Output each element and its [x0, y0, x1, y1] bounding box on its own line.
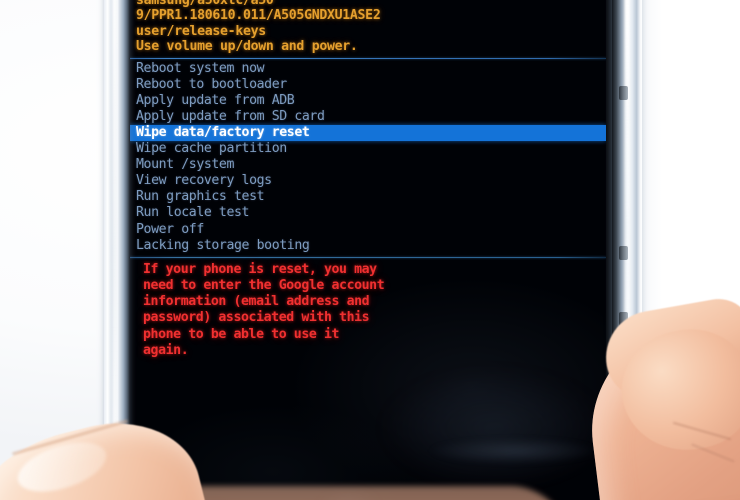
recovery-header: Android Recovery samsung/a50xtc/a50 9/PP…	[129, 0, 606, 55]
recovery-content: Android Recovery samsung/a50xtc/a50 9/PP…	[129, 0, 606, 359]
menu-item-apply-update-from-sd-card[interactable]: Apply update from SD card	[129, 109, 606, 125]
screen-reflection	[429, 438, 599, 464]
menu-item-reboot-to-bootloader[interactable]: Reboot to bootloader	[129, 77, 606, 93]
warning-line-2: need to enter the Google account	[143, 277, 385, 293]
volume-down-button[interactable]	[619, 246, 628, 260]
warning-line-5: phone to be able to use it	[143, 326, 340, 342]
recovery-warning: If your phone is reset, you may need to …	[129, 260, 606, 359]
menu-item-wipe-data-factory-reset[interactable]: Wipe data/factory reset	[129, 125, 606, 142]
screen-empty-area	[129, 368, 606, 500]
menu-item-wipe-cache-partition[interactable]: Wipe cache partition	[129, 141, 606, 157]
menu-item-mount-system[interactable]: Mount /system	[129, 157, 606, 173]
menu-item-apply-update-from-adb[interactable]: Apply update from ADB	[129, 93, 606, 109]
menu-item-run-locale-test[interactable]: Run locale test	[129, 205, 606, 221]
screenshot-stage: Android Recovery samsung/a50xtc/a50 9/PP…	[0, 0, 740, 500]
warning-line-6: again.	[143, 342, 189, 358]
header-line-instructions: Use volume up/down and power.	[136, 39, 358, 55]
header-line-keys: user/release-keys	[136, 23, 266, 39]
menu-item-run-graphics-test[interactable]: Run graphics test	[129, 189, 606, 205]
separator-menu-warning	[129, 256, 606, 258]
warning-line-1: If your phone is reset, you may	[143, 261, 377, 277]
menu-item-view-recovery-logs[interactable]: View recovery logs	[129, 173, 606, 189]
warning-line-3: information (email address and	[143, 294, 370, 310]
hand-bottom-blur	[150, 486, 570, 500]
volume-up-button[interactable]	[619, 86, 628, 100]
menu-item-power-off[interactable]: Power off	[129, 222, 606, 238]
screen-smudge	[379, 368, 606, 488]
header-line-build: 9/PPR1.180610.011/A505GNDXU1ASE2	[136, 8, 381, 24]
menu-item-reboot-system-now[interactable]: Reboot system now	[129, 61, 606, 77]
warning-line-4: password) associated with this	[143, 310, 370, 326]
recovery-screen: Android Recovery samsung/a50xtc/a50 9/PP…	[129, 0, 606, 500]
recovery-menu: Reboot system now Reboot to bootloader A…	[129, 61, 606, 254]
separator-header-menu	[129, 57, 606, 59]
menu-item-lacking-storage-booting[interactable]: Lacking storage booting	[129, 238, 606, 254]
